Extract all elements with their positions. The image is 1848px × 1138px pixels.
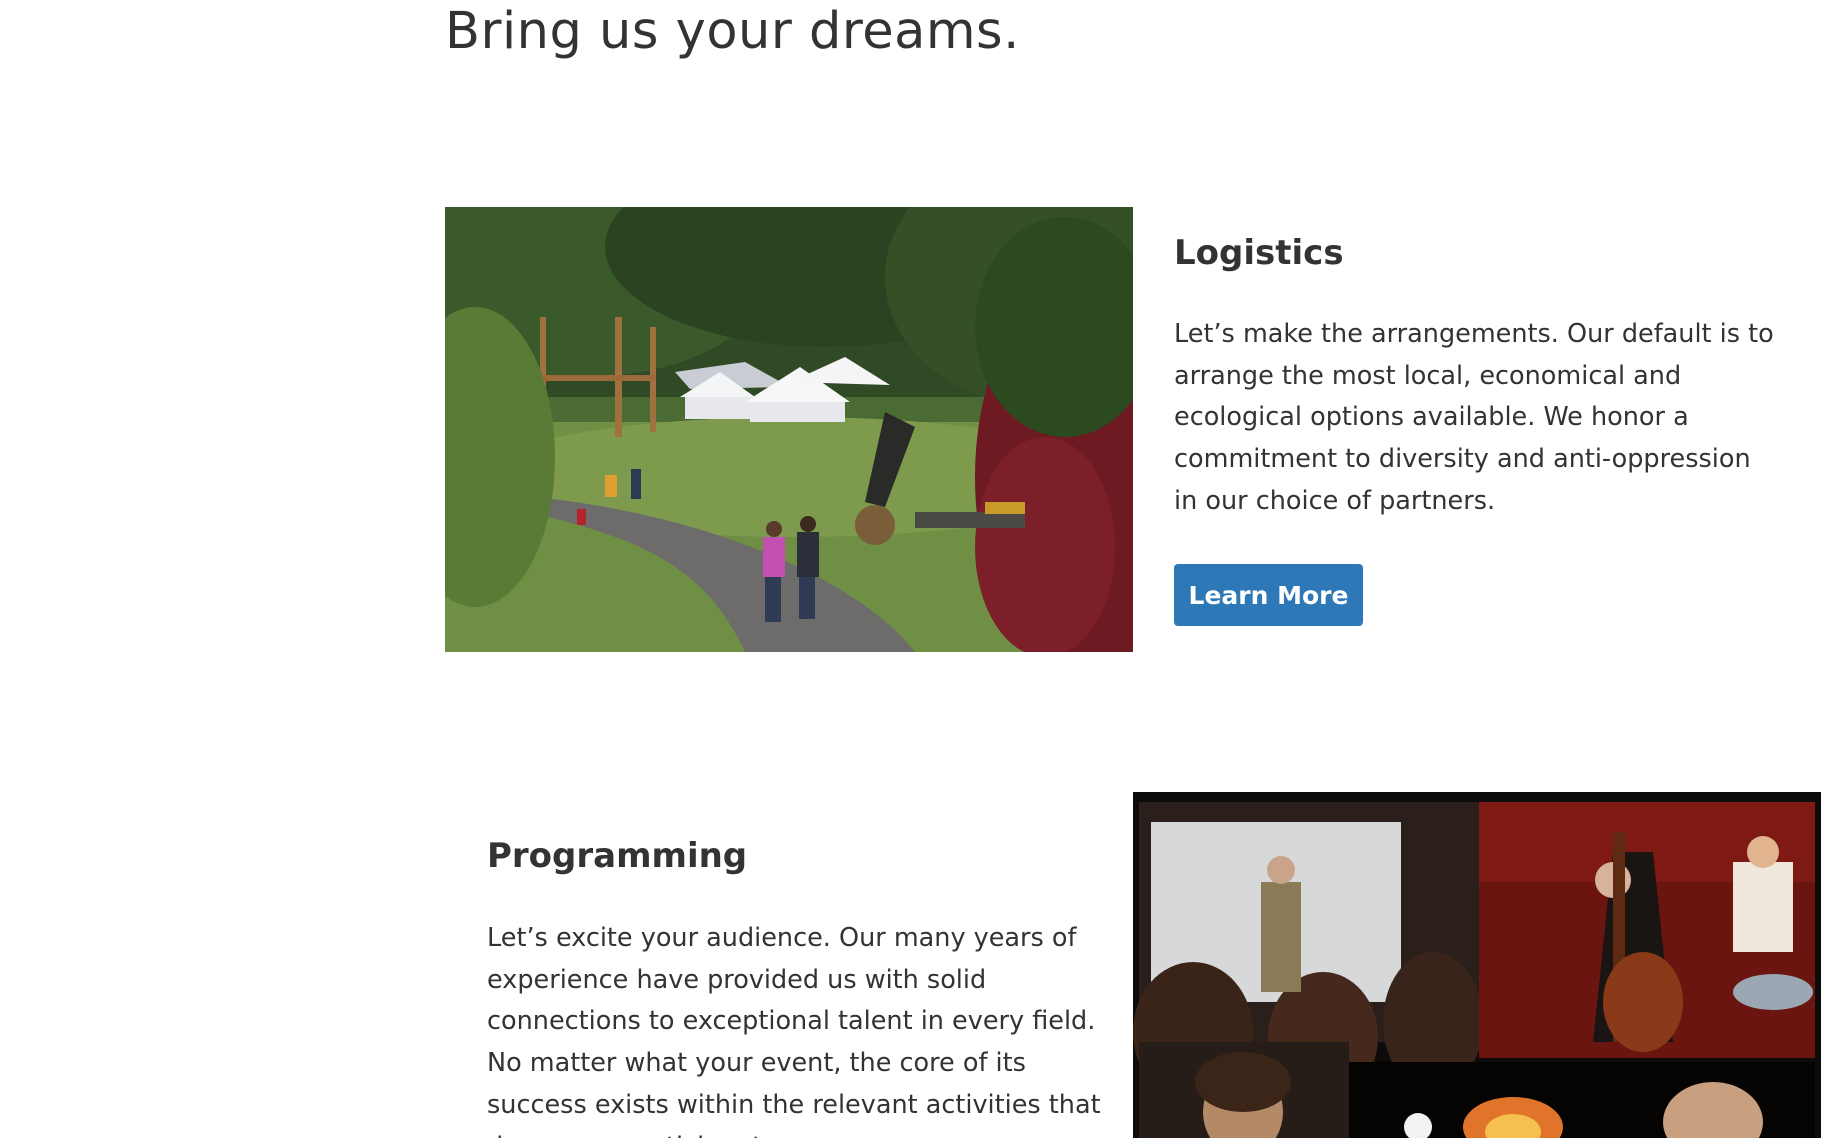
logistics-title: Logistics: [1174, 233, 1344, 273]
programming-title: Programming: [487, 836, 748, 876]
programming-description: Let’s excite your audience. Our many yea…: [487, 923, 1101, 1138]
logistics-photo: [445, 207, 1133, 652]
page: Bring us your dreams. Logistics Let’s ma…: [0, 0, 1848, 1138]
logistics-description: Let’s make the arrangements. Our default…: [1174, 319, 1774, 516]
page-headline: Bring us your dreams.: [445, 2, 1020, 61]
learn-more-button[interactable]: Learn More: [1174, 564, 1363, 626]
programming-photo: [1133, 792, 1821, 1138]
